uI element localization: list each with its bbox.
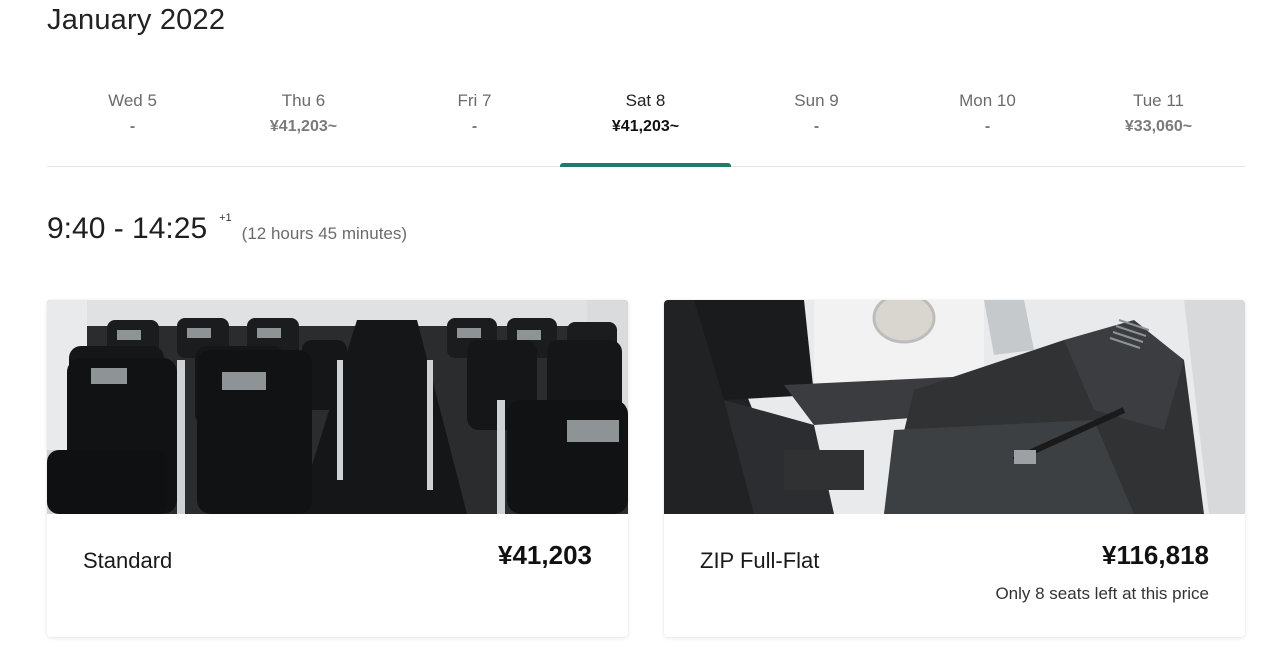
date-tab-day: Wed 5 bbox=[108, 91, 157, 110]
date-tab-thu-6[interactable]: Thu 6 ¥41,203~ bbox=[218, 82, 389, 166]
seats-left-note: Only 8 seats left at this price bbox=[995, 584, 1209, 603]
date-tab-wed-5[interactable]: Wed 5 - bbox=[47, 82, 218, 166]
date-tab-price: ¥41,203~ bbox=[269, 118, 338, 135]
date-tab-day: Mon 10 bbox=[959, 91, 1016, 110]
date-tab-price: - bbox=[984, 118, 991, 135]
date-tab-fri-7[interactable]: Fri 7 - bbox=[389, 82, 560, 166]
date-tab-price: - bbox=[471, 118, 478, 135]
date-tab-price: - bbox=[129, 118, 136, 135]
date-tab-day: Thu 6 bbox=[281, 91, 326, 110]
fare-card-standard[interactable]: Standard ¥41,203 bbox=[47, 300, 628, 637]
date-tab-sun-9[interactable]: Sun 9 - bbox=[731, 82, 902, 166]
fare-name: ZIP Full-Flat bbox=[700, 548, 820, 573]
date-tab-tue-11[interactable]: Tue 11 ¥33,060~ bbox=[1073, 82, 1244, 166]
flight-duration: (12 hours 45 minutes) bbox=[241, 224, 408, 243]
fare-card-zip-full-flat[interactable]: ZIP Full-Flat ¥116,818 Only 8 seats left… bbox=[664, 300, 1245, 637]
flight-time-row: 9:40 - 14:25 +1 (12 hours 45 minutes) bbox=[47, 210, 407, 248]
next-day-indicator: +1 bbox=[219, 212, 232, 224]
date-tab-price: ¥41,203~ bbox=[611, 118, 680, 135]
selected-date-indicator bbox=[560, 163, 731, 167]
date-tab-day: Sun 9 bbox=[794, 91, 839, 110]
month-title: January 2022 bbox=[47, 4, 226, 36]
date-tab-mon-10[interactable]: Mon 10 - bbox=[902, 82, 1073, 166]
date-tab-price: - bbox=[813, 118, 820, 135]
date-tab-day: Sat 8 bbox=[625, 91, 666, 110]
fare-name: Standard bbox=[83, 548, 173, 573]
date-selector: Wed 5 - Thu 6 ¥41,203~ Fri 7 - Sat 8 ¥41… bbox=[47, 82, 1245, 167]
date-tab-day: Tue 11 bbox=[1132, 91, 1185, 110]
date-tab-day: Fri 7 bbox=[457, 91, 492, 110]
fare-price: ¥116,818 bbox=[1101, 540, 1209, 570]
full-flat-cabin-photo bbox=[664, 300, 1245, 514]
date-tab-price: ¥33,060~ bbox=[1124, 118, 1193, 135]
fare-price: ¥41,203 bbox=[498, 540, 592, 570]
standard-cabin-photo bbox=[47, 300, 628, 514]
departure-arrival-times: 9:40 - 14:25 bbox=[47, 212, 208, 245]
date-tab-sat-8[interactable]: Sat 8 ¥41,203~ bbox=[560, 82, 731, 167]
